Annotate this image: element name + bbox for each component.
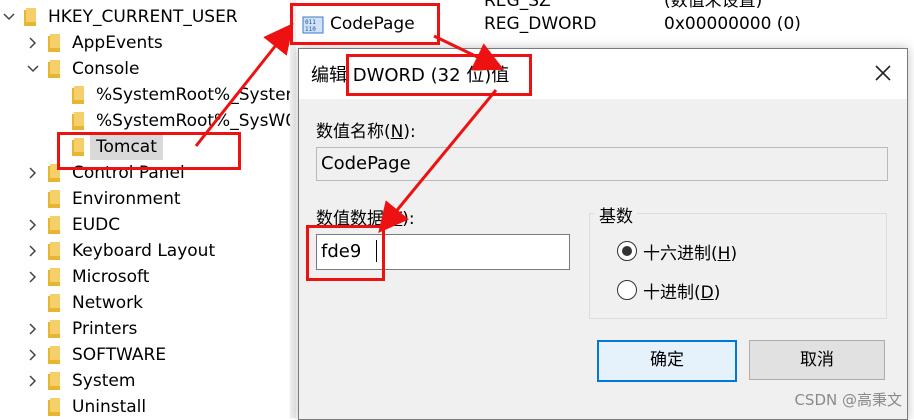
radio-decimal-label[interactable]: 十进制(D) xyxy=(643,278,720,303)
tree-item-label: Network xyxy=(72,293,143,313)
radio-hex-label[interactable]: 十六进制(H) xyxy=(643,239,737,264)
tree-item-label: Printers xyxy=(72,319,138,339)
edit-dword-dialog: 编辑 DWORD (32 位)值 数值名称(N): CodePage 数值数据(… xyxy=(298,48,908,420)
tree-item-label: Environment xyxy=(72,189,181,209)
value-data: 0x00000000 (0) xyxy=(664,14,801,34)
tree-item-label: EUDC xyxy=(72,215,121,235)
annotation-box-title xyxy=(346,54,532,96)
base-groupbox xyxy=(589,213,887,319)
chevron-right-icon[interactable] xyxy=(26,270,40,284)
tree-item-label: Keyboard Layout xyxy=(72,241,216,261)
folder-icon xyxy=(24,8,38,26)
annotation-box-data xyxy=(306,225,385,281)
annotation-box-tomcat xyxy=(57,132,241,170)
chevron-down-icon[interactable] xyxy=(26,62,40,76)
folder-icon xyxy=(48,60,62,78)
tree-item-label: Console xyxy=(72,59,140,79)
folder-icon xyxy=(48,34,62,52)
folder-icon xyxy=(48,242,62,260)
folder-icon xyxy=(48,268,62,286)
tree-item-label: Uninstall xyxy=(72,397,147,417)
value-name-field: CodePage xyxy=(316,147,888,181)
radio-decimal[interactable] xyxy=(617,280,637,300)
tree-item-label: %SystemRoot%_System xyxy=(96,85,290,105)
folder-icon xyxy=(48,320,62,338)
radio-selected-dot xyxy=(622,246,632,256)
folder-icon xyxy=(48,294,62,312)
chevron-right-icon[interactable] xyxy=(26,218,40,232)
registry-tree: HKEY_CURRENT_USER AppEvents Console %Syste… xyxy=(0,0,290,418)
value-type: REG_DWORD xyxy=(484,14,597,34)
tree-item-label: %SystemRoot%_SysW0 xyxy=(96,111,290,131)
close-icon[interactable] xyxy=(873,63,893,83)
folder-icon xyxy=(72,112,86,130)
ok-button[interactable]: 确定 xyxy=(597,340,737,382)
value-name-label: 数值名称(N): xyxy=(316,122,416,142)
folder-icon xyxy=(48,216,62,234)
folder-icon xyxy=(48,346,62,364)
chevron-right-icon[interactable] xyxy=(26,166,40,180)
folder-icon xyxy=(48,398,62,416)
chevron-right-icon[interactable] xyxy=(26,322,40,336)
radio-hex[interactable] xyxy=(617,241,637,261)
chevron-right-icon[interactable] xyxy=(26,244,40,258)
folder-icon xyxy=(72,86,86,104)
annotation-box-codepage xyxy=(290,3,440,45)
tree-item-label: AppEvents xyxy=(72,33,163,53)
tree-item-label: Microsoft xyxy=(72,267,150,287)
chevron-right-icon[interactable] xyxy=(26,348,40,362)
tree-root-label: HKEY_CURRENT_USER xyxy=(48,7,238,27)
tree-item-label: System xyxy=(72,371,136,391)
folder-icon xyxy=(48,190,62,208)
watermark: CSDN @高秉文 xyxy=(794,391,902,409)
cancel-button[interactable]: 取消 xyxy=(749,340,885,380)
base-label: 基数 xyxy=(595,202,637,227)
chevron-down-icon[interactable] xyxy=(2,10,16,24)
folder-icon xyxy=(48,372,62,390)
chevron-right-icon[interactable] xyxy=(26,36,40,50)
chevron-right-icon[interactable] xyxy=(26,374,40,388)
tree-item-label: SOFTWARE xyxy=(72,345,167,365)
